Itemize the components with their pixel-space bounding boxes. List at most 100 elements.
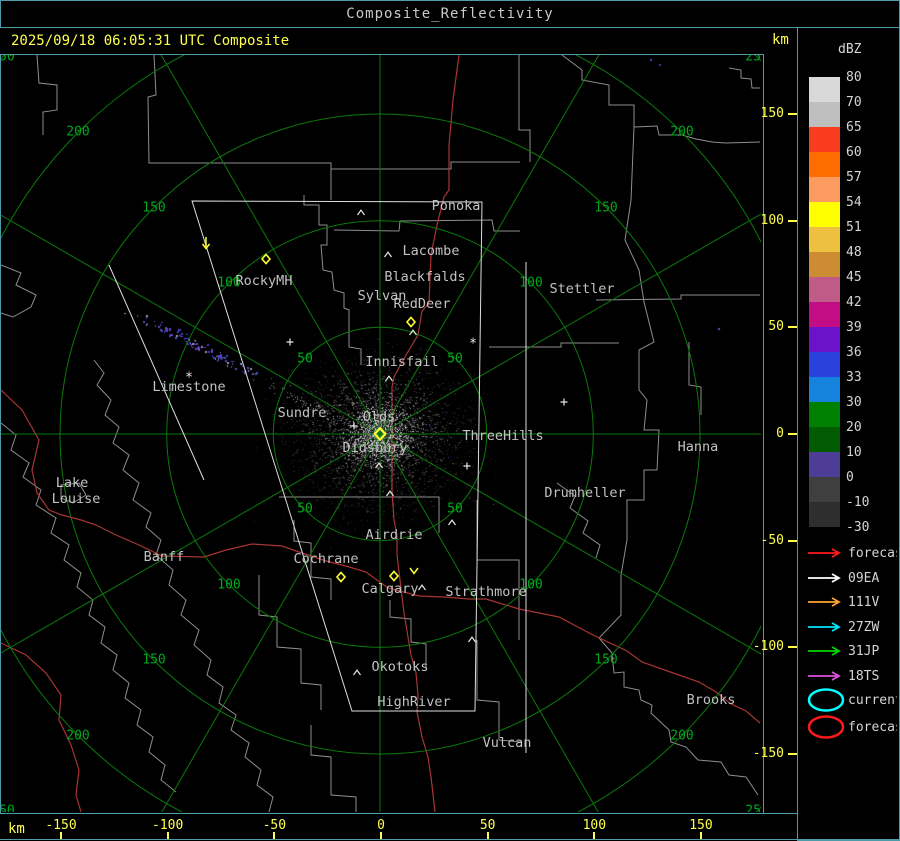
colorbar-label: 54 <box>846 195 862 210</box>
x-axis-tick <box>593 832 596 839</box>
site-diamond-icon <box>335 571 347 583</box>
city-label-brooks: Brooks <box>687 692 736 708</box>
city-label-calgary: Calgary <box>362 581 419 597</box>
ring-label: 200 <box>670 729 693 744</box>
colorbar-block--10 <box>809 502 840 527</box>
radial-az150 <box>379 433 599 812</box>
ring-label: 50 <box>297 502 313 517</box>
y-axis-tick-label: -150 <box>752 745 784 761</box>
timestamp-label: 2025/09/18 06:05:31 UTC Composite <box>11 33 290 49</box>
colorbar-block-80 <box>809 77 840 102</box>
y-axis-tick <box>788 646 797 649</box>
colorbar-block-36 <box>809 352 840 377</box>
y-axis-tick-label: -100 <box>752 639 784 655</box>
radar-app-window: Composite_Reflectivity 2025/09/18 06:05:… <box>0 0 900 841</box>
colorbar-label: 42 <box>846 295 862 310</box>
radial-az210 <box>161 433 381 812</box>
colorbar-block-30 <box>809 402 840 427</box>
caret-marker-icon <box>418 584 426 591</box>
x-axis-tick-label: 50 <box>479 818 496 833</box>
y-axis-tick <box>788 539 797 542</box>
ring-label: 150 <box>142 201 165 216</box>
x-axis-tick-label: -50 <box>262 818 287 833</box>
caret-marker-icon <box>375 462 383 469</box>
x-axis-tick-label: -150 <box>45 818 77 833</box>
city-label-blackfalds: Blackfalds <box>384 269 465 285</box>
title-bar: Composite_Reflectivity <box>0 0 900 28</box>
ellipse-label: current <box>848 693 897 708</box>
caret-marker-icon <box>384 251 392 258</box>
caret-marker-icon <box>385 375 393 382</box>
colorbar-block-54 <box>809 202 840 227</box>
colorbar-block-48 <box>809 252 840 277</box>
city-label-hanna: Hanna <box>678 439 719 455</box>
colorbar-label: 57 <box>846 170 862 185</box>
colorbar-block-0 <box>809 477 840 502</box>
colorbar-label-bottom: -30 <box>846 520 869 535</box>
cell-ellipse-icon-current <box>807 688 845 712</box>
x-axis-tick-label: 0 <box>377 818 385 833</box>
city-label-highriver: HighRiver <box>377 694 450 710</box>
city-label-vulcan: Vulcan <box>483 735 532 751</box>
colorbar-label: 65 <box>846 120 862 135</box>
city-label-threehills: ThreeHills <box>462 428 543 444</box>
track-arrow-icon-forecast <box>808 548 841 558</box>
y-axis-tick-label: 150 <box>760 106 784 121</box>
colorbar-block-45 <box>809 277 840 302</box>
city-label-airdrie: Airdrie <box>366 527 423 543</box>
city-label-stettler: Stettler <box>549 281 614 297</box>
x-axis-unit-label: km <box>8 821 25 837</box>
city-label-banff: Banff <box>144 549 185 565</box>
colorbar-label: 80 <box>846 70 862 85</box>
track-label: 18TS <box>848 669 879 684</box>
ring-label: 100 <box>217 578 240 593</box>
ring-label: 150 <box>594 201 617 216</box>
colorbar-label: 36 <box>846 345 862 360</box>
window-title: Composite_Reflectivity <box>346 6 554 22</box>
colorbar-block-10 <box>809 452 840 477</box>
ring-label: 50 <box>297 352 313 367</box>
city-label-reddeer: RedDeer <box>394 296 451 312</box>
y-axis-tick <box>788 219 797 222</box>
city-label-olds: Olds <box>363 409 396 425</box>
star-marker-icon: * <box>185 371 193 386</box>
caret-marker-icon <box>357 209 365 216</box>
city-label-rockymh: RockyMH <box>236 273 293 289</box>
colorbar-label: -10 <box>846 495 869 510</box>
city-label-okotoks: Okotoks <box>372 659 429 675</box>
x-axis-tick <box>380 832 382 839</box>
y-axis-unit-label: km <box>772 32 789 48</box>
caret-marker-icon <box>353 669 361 676</box>
ring-label: 200 <box>670 125 693 140</box>
colorbar-label: 0 <box>846 470 854 485</box>
city-labels: PonokaLacombeBlackfaldsSylvanRedDeerRock… <box>52 198 736 751</box>
colorbar-label: 60 <box>846 145 862 160</box>
y-axis-tick <box>788 326 797 329</box>
colorbar-and-legend: 80 70 65 60 57 54 51 48 45 42 39 36 33 30 20 10 0 -10 -30 f… <box>807 70 900 739</box>
ring-label: 250 <box>1 804 15 813</box>
city-label-drumheller: Drumheller <box>544 485 625 501</box>
ring-label: 250 <box>745 55 761 65</box>
chevron-down-icon <box>409 567 419 575</box>
caret-marker-icon <box>468 636 476 643</box>
map-viewport[interactable]: 50 50 50 50 100 100 100 100 150 150 150 150 200 200 20… <box>0 54 764 815</box>
track-label: 27ZW <box>848 620 879 635</box>
cell-ellipse-icon-forecast <box>807 715 845 739</box>
colorbar-block-39 <box>809 327 840 352</box>
track-arrow-icon-31jp <box>808 646 841 656</box>
colorbar-label: 10 <box>846 445 862 460</box>
plus-marker-icon <box>463 462 471 470</box>
track-arrow-icon-111v <box>808 597 841 607</box>
colorbar-label: 51 <box>846 220 862 235</box>
star-marker-icon: * <box>469 337 477 352</box>
city-label-louise: Louise <box>52 491 101 507</box>
colorbar-label: 30 <box>846 395 862 410</box>
y-axis-tick <box>788 752 797 755</box>
colorbar-label: 45 <box>846 270 862 285</box>
ring-label: 50 <box>447 502 463 517</box>
track-label: 09EA <box>848 571 879 586</box>
colorbar-block-33 <box>809 377 840 402</box>
ring-label: 200 <box>66 729 89 744</box>
map-overlay-layer: 50 5050 50100 100100 100150 150150 150200 20020… <box>1 55 761 812</box>
plus-marker-icon <box>350 422 358 430</box>
